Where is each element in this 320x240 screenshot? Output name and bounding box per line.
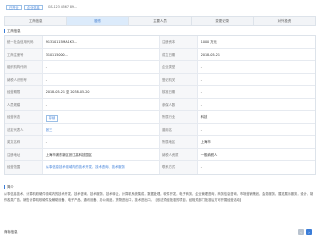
field-value: 310115000... — [43, 48, 160, 60]
table-row: 纳税人识别号 - 登记机关 - — [5, 73, 315, 86]
field-label: 经营状态 — [5, 111, 43, 123]
field-label: 注册地址 — [5, 148, 43, 160]
table-row: 注册地址 上海市浦东新区张江高科技园区 纳税人资质 一般纳税人 — [5, 148, 315, 161]
description-title: 简介 — [4, 185, 14, 189]
field-label: 成立日期 — [160, 48, 198, 60]
field-label: 所属地区 — [160, 136, 198, 148]
field-value: 2018-05-21 — [200, 52, 220, 57]
field-label: 注册资本 — [160, 36, 198, 48]
field-value: - — [43, 136, 160, 148]
footer-label: 商标信息 — [4, 230, 18, 234]
field-label: 统一社会信用代码 — [5, 36, 43, 48]
field-value: 91310115MA1K3... — [43, 36, 160, 48]
field-value: - — [43, 98, 160, 110]
field-value: 一般纳税人 — [200, 152, 218, 157]
field-value: - — [200, 165, 202, 169]
tab-shareholders[interactable]: 股东 — [67, 17, 130, 25]
status-tag: 已开业 — [6, 5, 22, 10]
table-row: 法定代表人 张三 曾用名 - — [5, 123, 315, 136]
field-value: 1000 万元 — [200, 40, 217, 44]
tab-investments[interactable]: 对外投资 — [254, 17, 315, 25]
prev-button[interactable]: ‹ — [298, 229, 304, 235]
field-label: 工商注册号 — [5, 48, 43, 60]
tab-business-info[interactable]: 工商信息 — [5, 17, 68, 25]
table-row: 工商注册号 310115000... 成立日期 2018-05-21 — [5, 48, 315, 61]
field-value: - — [200, 77, 202, 82]
tab-bar: 工商信息 股东 主要人员 变更记录 对外投资 — [4, 16, 316, 26]
breadcrumb: GS-123 4567 89... — [48, 5, 77, 9]
field-value: 上海市 — [200, 140, 211, 144]
description-text: 从事信息技术、计算机软硬件领域内的技术开发、技术咨询、技术服务、技术转让，计算机… — [4, 192, 314, 202]
field-label: 纳税人识别号 — [5, 73, 43, 85]
field-value: 上海市浦东新区张江高科技园区 — [43, 148, 160, 160]
table-row: 经营状态 存续 所属行业 科技 — [5, 111, 315, 124]
table-row: 统一社会信用代码 91310115MA1K3... 注册资本 1000 万元 — [5, 36, 315, 49]
field-value: - — [200, 90, 202, 94]
field-label: 联系方式 — [160, 161, 198, 174]
tab-change-records[interactable]: 变更记录 — [192, 17, 254, 25]
field-value: - — [43, 73, 160, 85]
field-label: 参保人数 — [160, 98, 198, 110]
field-value: - — [43, 61, 160, 73]
field-value: 存续 — [43, 111, 160, 123]
field-label: 登记机关 — [160, 73, 198, 85]
field-label: 企业类型 — [160, 61, 198, 73]
business-scope-link[interactable]: 从事信息技术领域内的技术开发、技术咨询、技术服务 — [43, 161, 160, 174]
field-label: 纳税人资质 — [160, 148, 198, 160]
table-row: 英文名称 - 所属地区 上海市 — [5, 136, 315, 149]
table-row: 经营期限 2018-05-21 至 2038-05-20 核准日期 - — [5, 86, 315, 99]
legal-rep-link[interactable]: 张三 — [43, 123, 160, 135]
table-row: 经营范围 从事信息技术领域内的技术开发、技术咨询、技术服务 联系方式 - — [5, 161, 315, 174]
field-label: 经营期限 — [5, 86, 43, 98]
tab-key-personnel[interactable]: 主要人员 — [129, 17, 192, 25]
field-label: 经营范围 — [5, 161, 43, 174]
table-row: 人员规模 - 参保人数 - — [5, 98, 315, 111]
field-value: - — [200, 127, 202, 132]
field-value: 2018-05-21 至 2038-05-20 — [43, 86, 160, 98]
section-title: 工商信息 — [4, 29, 21, 33]
field-value: 科技 — [200, 115, 208, 119]
info-table: 统一社会信用代码 91310115MA1K3... 注册资本 1000 万元 工… — [4, 35, 316, 175]
status-chip: 存续 — [45, 115, 59, 122]
footer-nav: ‹ › — [298, 229, 312, 235]
field-label: 法定代表人 — [5, 123, 43, 135]
table-row: 组织机构代码 - 企业类型 - — [5, 61, 315, 74]
field-value: - — [200, 102, 202, 107]
field-label: 人员规模 — [5, 98, 43, 110]
field-label: 英文名称 — [5, 136, 43, 148]
field-label: 曾用名 — [160, 123, 198, 135]
field-value: - — [200, 65, 202, 69]
top-header: 已开业 企业信息 GS-123 4567 89... — [0, 0, 320, 14]
next-button[interactable]: › — [306, 229, 312, 235]
field-label: 组织机构代码 — [5, 61, 43, 73]
field-label: 核准日期 — [160, 86, 198, 98]
info-tag[interactable]: 企业信息 — [24, 5, 43, 10]
field-label: 所属行业 — [160, 111, 198, 123]
